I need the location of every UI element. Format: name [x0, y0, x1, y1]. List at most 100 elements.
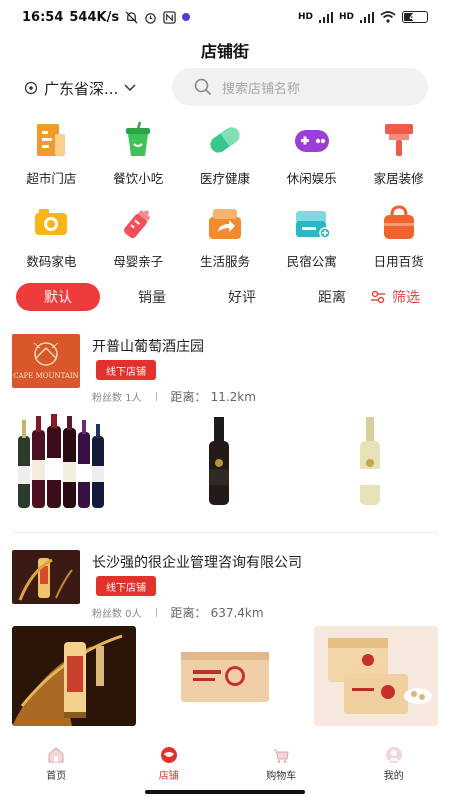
category-food[interactable]: 餐饮小吃	[95, 120, 182, 187]
product-image[interactable]	[163, 626, 287, 726]
battery-icon: 41	[402, 11, 428, 23]
signal-hd-label-2: HD	[338, 12, 354, 22]
store-card[interactable]: 长沙强的很企业管理咨询有限公司 线下店铺 粉丝数 0人 距离： 637.4km	[12, 550, 438, 736]
category-life-service[interactable]: 生活服务	[182, 203, 269, 270]
bottom-nav: 首页 店铺 购物车 我的	[0, 746, 450, 786]
category-label: 餐饮小吃	[113, 171, 164, 186]
product-image[interactable]	[163, 412, 287, 512]
store-distance: 11.2km	[210, 389, 256, 404]
gamepad-icon	[292, 120, 332, 160]
location-label: 广东省深...	[44, 79, 119, 98]
sort-sales-tab[interactable]: 销量	[114, 287, 190, 307]
category-label: 数码家电	[26, 254, 77, 269]
home-icon	[48, 747, 64, 763]
product-row	[12, 626, 438, 726]
category-label: 超市门店	[26, 171, 77, 186]
nav-cart-label: 购物车	[266, 771, 297, 782]
nav-profile-label: 我的	[383, 771, 404, 782]
category-digital[interactable]: 数码家电	[8, 203, 95, 270]
store-logo-text: CAPE MOUNTAIN	[13, 372, 79, 380]
store-meta: 粉丝数 1人 距离： 11.2km	[92, 388, 256, 405]
nfc-icon	[163, 10, 176, 24]
sort-default-tab[interactable]: 默认	[16, 283, 100, 311]
store-meta: 粉丝数 0人 距离： 637.4km	[92, 604, 264, 621]
filter-label: 筛选	[392, 290, 420, 306]
status-bar: 16:54 544K/s HD HD 41	[0, 0, 450, 34]
paint-roller-icon	[379, 120, 419, 160]
category-home-decor[interactable]: 家居装修	[355, 120, 442, 187]
store-icon	[160, 747, 177, 763]
category-label: 休闲娱乐	[286, 171, 337, 186]
search-icon	[194, 78, 212, 96]
store-logo: CAPE MOUNTAIN	[12, 334, 80, 388]
store-card[interactable]: CAPE MOUNTAIN 开普山葡萄酒庄园 线下店铺 粉丝数 1人 距离： 1…	[12, 334, 438, 514]
category-label: 生活服务	[199, 254, 250, 269]
nav-home[interactable]: 首页	[0, 746, 113, 786]
camera-icon	[31, 203, 71, 243]
location-pin-icon	[24, 81, 38, 95]
divider	[12, 532, 438, 533]
product-image[interactable]	[12, 412, 136, 512]
store-fans: 粉丝数 1人	[92, 393, 142, 404]
store-fans: 粉丝数 0人	[92, 609, 142, 620]
category-health[interactable]: 医疗健康	[182, 120, 269, 187]
category-entertainment[interactable]: 休闲娱乐	[268, 120, 355, 187]
page-title: 店铺街	[200, 42, 249, 61]
alarm-icon	[145, 12, 156, 24]
status-time: 16:54	[22, 9, 64, 25]
nav-store-label: 店铺	[158, 771, 179, 782]
category-label: 民宿公寓	[286, 254, 337, 269]
category-label: 家居装修	[373, 171, 424, 186]
sort-distance-tab[interactable]: 距离	[294, 287, 370, 307]
battery-level: 41	[409, 12, 421, 22]
search-placeholder: 搜索店铺名称	[222, 81, 301, 97]
filter-icon	[371, 290, 385, 304]
nav-profile[interactable]: 我的	[338, 746, 450, 786]
status-net-speed: 544K/s	[69, 9, 120, 25]
mute-bell-icon	[125, 11, 138, 23]
store-name: 长沙强的很企业管理咨询有限公司	[92, 555, 302, 571]
drink-cup-icon	[118, 120, 158, 160]
store-name: 开普山葡萄酒庄园	[92, 339, 204, 355]
store-tag: 线下店铺	[96, 576, 156, 596]
search-input[interactable]: 搜索店铺名称	[172, 68, 428, 106]
category-grid: 超市门店 餐饮小吃 医疗健康 休闲娱乐 家居装修 数码家电 母婴亲子 生活服务 …	[8, 120, 442, 270]
category-label: 医疗健康	[199, 171, 250, 186]
receipt-icon	[31, 120, 71, 160]
store-distance: 637.4km	[210, 605, 264, 620]
product-row	[12, 412, 438, 512]
bed-icon	[292, 203, 332, 243]
sort-bar: 默认 销量 好评 距离 筛选	[16, 282, 434, 312]
category-homestay[interactable]: 民宿公寓	[268, 203, 355, 270]
wifi-icon	[380, 11, 396, 23]
category-label: 母婴亲子	[113, 254, 164, 269]
signal-bars-icon	[318, 11, 333, 23]
category-daily-goods[interactable]: 日用百货	[355, 203, 442, 270]
signal-hd-label-1: HD	[297, 12, 313, 22]
category-label: 日用百货	[373, 254, 424, 269]
sort-rating-tab[interactable]: 好评	[204, 287, 280, 307]
product-image[interactable]	[314, 412, 438, 512]
store-logo	[12, 550, 80, 604]
baby-bottle-icon	[118, 203, 158, 243]
filter-button[interactable]: 筛选	[370, 287, 434, 307]
store-distance-label: 距离：	[170, 606, 207, 620]
nav-cart[interactable]: 购物车	[225, 746, 338, 786]
pill-icon	[205, 120, 245, 160]
location-selector[interactable]: 广东省深...	[24, 76, 136, 100]
product-image[interactable]	[12, 626, 136, 726]
share-box-icon	[205, 203, 245, 243]
bag-icon	[379, 203, 419, 243]
nav-home-label: 首页	[46, 771, 67, 782]
store-tag: 线下店铺	[96, 360, 156, 380]
app-notification-icon	[182, 13, 191, 21]
chevron-down-icon	[124, 84, 136, 92]
category-supermarket[interactable]: 超市门店	[8, 120, 95, 187]
category-mother-baby[interactable]: 母婴亲子	[95, 203, 182, 270]
nav-store[interactable]: 店铺	[113, 746, 226, 786]
store-distance-label: 距离：	[170, 390, 207, 404]
home-indicator[interactable]	[145, 790, 305, 794]
product-image[interactable]	[314, 626, 438, 726]
signal-bars-icon-2	[360, 11, 374, 23]
cart-icon	[274, 749, 289, 763]
